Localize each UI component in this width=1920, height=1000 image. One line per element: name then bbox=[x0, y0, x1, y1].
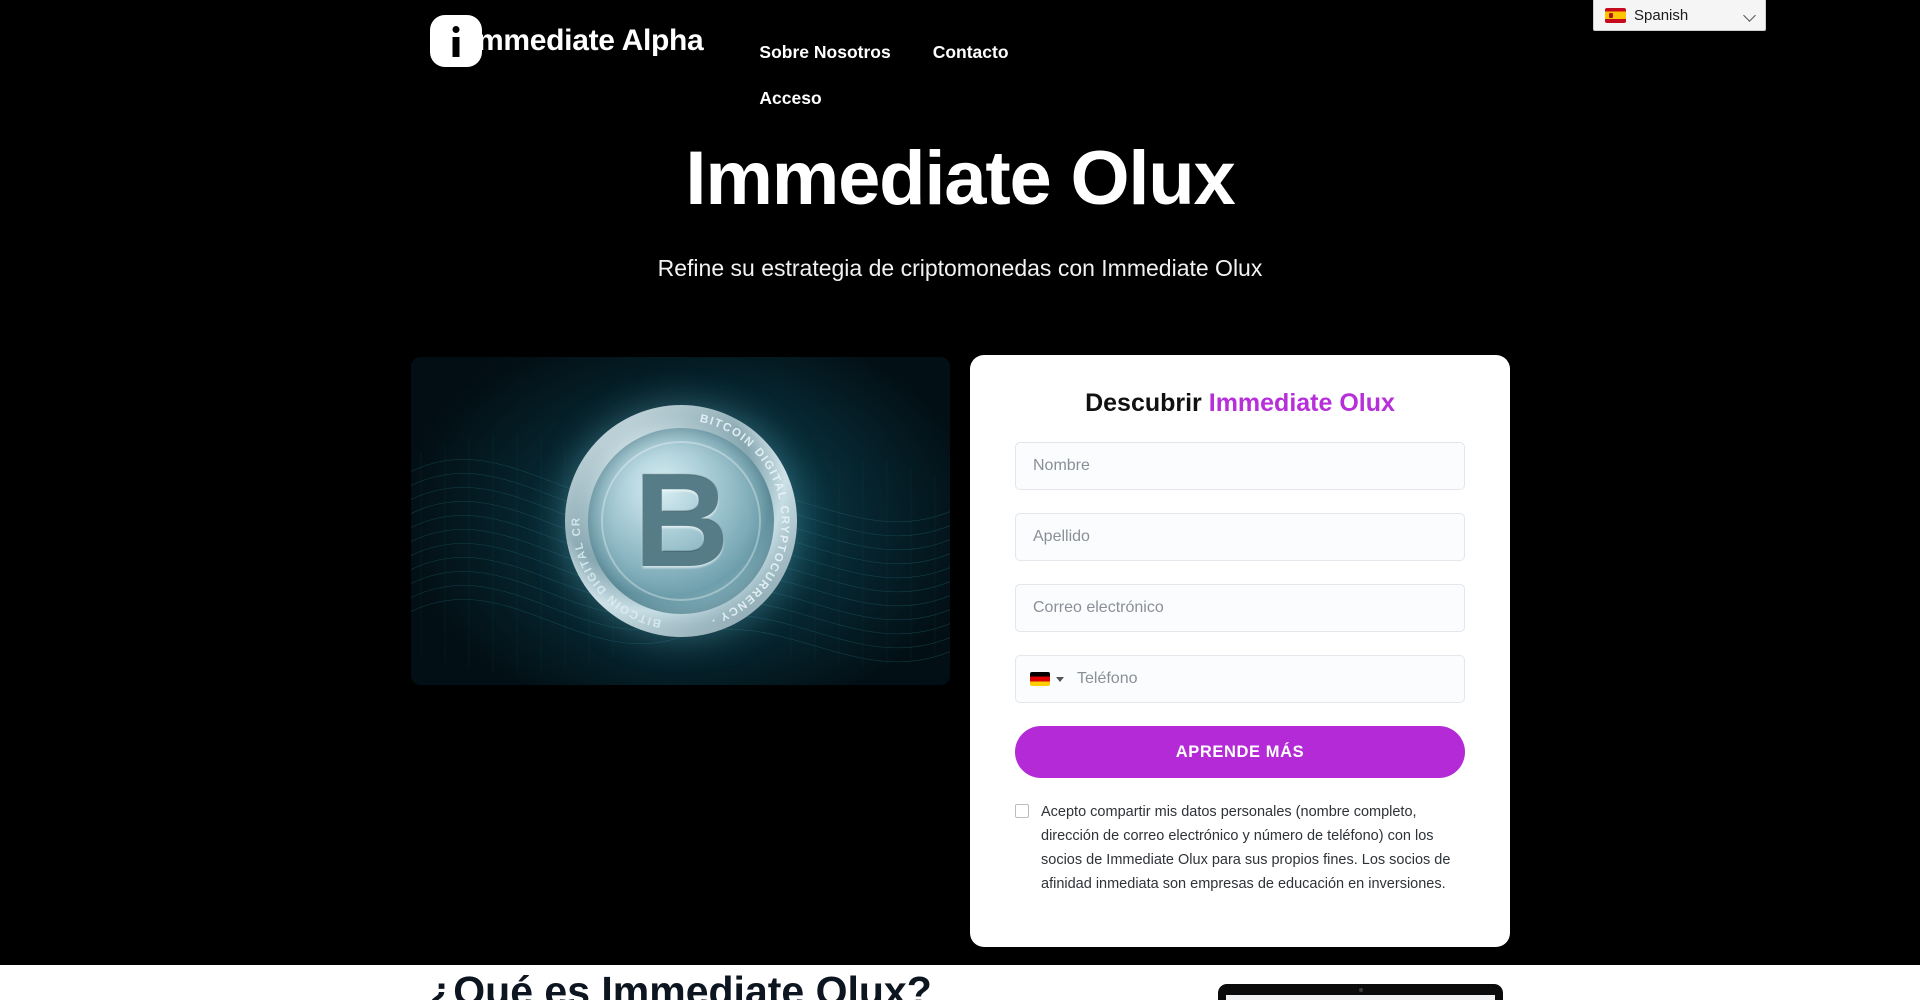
first-name-input[interactable] bbox=[1015, 442, 1465, 490]
phone-field-group bbox=[1015, 655, 1465, 703]
chevron-down-icon bbox=[1745, 10, 1756, 21]
email-input[interactable] bbox=[1015, 584, 1465, 632]
brand-name: mmediate Alpha bbox=[477, 24, 704, 57]
nav-links: Sobre Nosotros Contacto Acceso bbox=[759, 10, 1089, 121]
form-title-prefix: Descubrir bbox=[1085, 389, 1202, 417]
navbar: mmediate Alpha Sobre Nosotros Contacto A… bbox=[430, 0, 1390, 121]
nav-link-sobre-nosotros[interactable]: Sobre Nosotros bbox=[759, 29, 890, 75]
consent-row: Acepto compartir mis datos personales (n… bbox=[1015, 800, 1465, 896]
hero-title: Immediate Olux bbox=[685, 136, 1235, 221]
bitcoin-symbol: B bbox=[633, 447, 729, 594]
tablet-device-image bbox=[1218, 984, 1503, 1000]
page-root: mmediate Alpha Sobre Nosotros Contacto A… bbox=[0, 0, 1920, 1000]
chevron-down-icon bbox=[1056, 676, 1064, 682]
language-selector[interactable]: Spanish bbox=[1593, 0, 1766, 31]
spain-flag-icon bbox=[1605, 7, 1626, 23]
hero-subtitle: Refine su estrategia de criptomonedas co… bbox=[657, 255, 1263, 281]
last-name-input[interactable] bbox=[1015, 513, 1465, 561]
consent-text: Acepto compartir mis datos personales (n… bbox=[1041, 804, 1451, 893]
form-title: Descubrir Immediate Olux bbox=[1015, 389, 1465, 418]
submit-button[interactable]: APRENDE MÁS bbox=[1015, 726, 1465, 778]
consent-checkbox[interactable] bbox=[1015, 804, 1029, 818]
next-section: ¿Qué es Immediate Olux? bbox=[0, 965, 1920, 1000]
device-camera-icon bbox=[1358, 988, 1363, 992]
germany-flag-icon bbox=[1030, 672, 1050, 686]
nav-link-acceso[interactable]: Acceso bbox=[759, 75, 821, 121]
i-letter-logo-icon bbox=[430, 15, 482, 67]
language-selector-label: Spanish bbox=[1634, 6, 1689, 24]
next-section-heading: ¿Qué es Immediate Olux? bbox=[428, 968, 932, 1000]
signup-form-card: Descubrir Immediate Olux APRENDE MÁS Ace… bbox=[970, 355, 1510, 947]
phone-input[interactable] bbox=[1073, 656, 1464, 702]
bitcoin-coin-graphic: B bbox=[564, 405, 797, 637]
nav-link-contacto[interactable]: Contacto bbox=[933, 29, 1009, 75]
brand-logo[interactable]: mmediate Alpha bbox=[430, 10, 704, 72]
hero-section: mmediate Alpha Sobre Nosotros Contacto A… bbox=[0, 0, 1920, 965]
form-title-accent: Immediate Olux bbox=[1208, 389, 1395, 417]
country-code-selector[interactable] bbox=[1016, 656, 1073, 702]
bitcoin-coin-image: B BITCOIN DIGITAL CRYPTOCURRENCY · BITCO… bbox=[411, 357, 950, 685]
device-screen bbox=[1226, 995, 1495, 1000]
